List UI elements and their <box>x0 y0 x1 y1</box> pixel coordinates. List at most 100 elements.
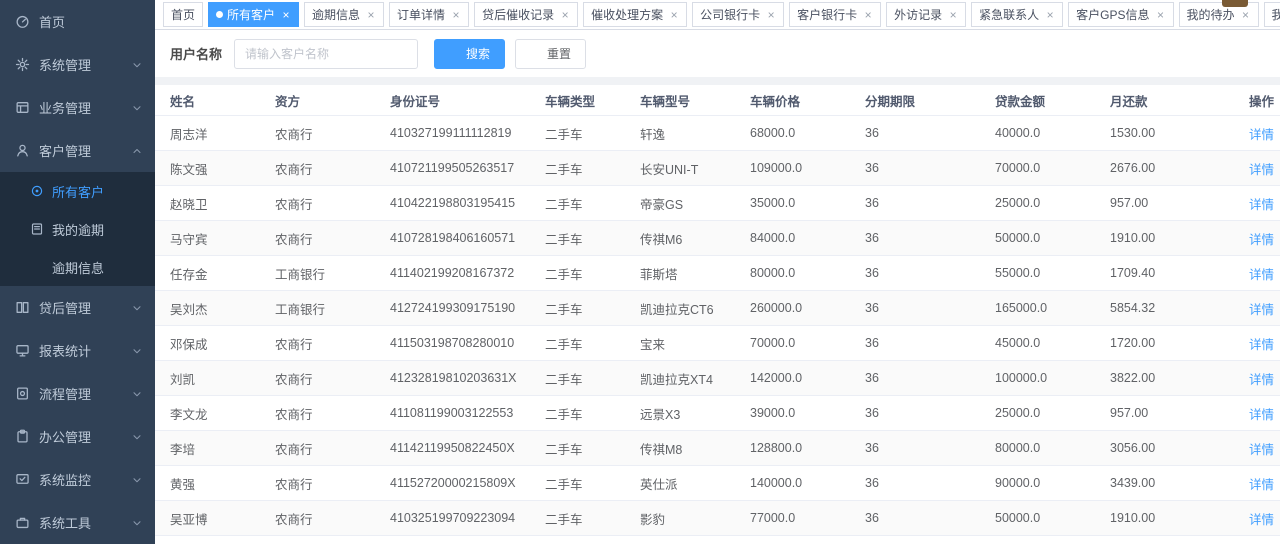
cell-vehicle_price: 84000.0 <box>750 221 865 256</box>
tab-label: 外访记录 <box>894 6 942 23</box>
tab-订单详情[interactable]: 订单详情× <box>389 2 469 27</box>
detail-link[interactable]: 详情 <box>1249 338 1274 352</box>
cell-vehicle_type: 二手车 <box>545 536 640 544</box>
detail-link[interactable]: 详情 <box>1249 128 1274 142</box>
table-body: 周志洋农商行410327199111112819二手车轩逸68000.03640… <box>155 116 1280 544</box>
cell-funder: 工商银行 <box>275 291 390 326</box>
detail-link[interactable]: 详情 <box>1249 373 1274 387</box>
tab-外访记录[interactable]: 外访记录 × <box>886 2 966 27</box>
divider-band <box>155 77 1280 85</box>
sidebar-item-label: 业务管理 <box>39 98 91 117</box>
column-header-4: 车辆类型 <box>545 85 640 116</box>
close-icon[interactable]: × <box>366 9 376 21</box>
tab-首页[interactable]: 首页 <box>163 2 203 27</box>
cell-vehicle_price: 128800.0 <box>750 431 865 466</box>
cell-term: 36 <box>865 396 995 431</box>
column-header-3: 身份证号 <box>390 85 545 116</box>
sidebar-item-process-management[interactable]: 流程管理 <box>0 372 155 415</box>
cell-monthly_payment: 3439.00 <box>1110 466 1230 501</box>
sidebar-item-office-management[interactable]: 办公管理 <box>0 415 155 458</box>
sidebar-item-my-overdue[interactable]: 我的逾期 <box>0 210 155 248</box>
tab-逾期信息[interactable]: 逾期信息× <box>304 2 384 27</box>
close-icon[interactable]: × <box>560 9 570 21</box>
detail-link[interactable]: 详情 <box>1249 408 1274 422</box>
cell-id_number: 411503198708280010 <box>390 326 545 361</box>
cell-loan_amount: 90000.0 <box>995 466 1110 501</box>
cell-loan_amount: 100000.0 <box>995 361 1110 396</box>
cell-vehicle_type: 二手车 <box>545 151 640 186</box>
sidebar-item-customer-management[interactable]: 客户管理 <box>0 129 155 172</box>
cell-name: 李文龙 <box>155 396 275 431</box>
sidebar-item-system-management[interactable]: 系统管理 <box>0 43 155 86</box>
tab-贷后催收记录[interactable]: 贷后催收记录× <box>474 2 578 27</box>
close-icon[interactable]: × <box>451 9 461 21</box>
cell-action: 详情 <box>1230 536 1280 544</box>
sidebar-item-home[interactable]: 首页 <box>0 0 155 43</box>
tab-紧急联系人[interactable]: 紧急联系人× <box>971 2 1063 27</box>
tab-公司银行卡[interactable]: 公司银行卡× <box>692 2 784 27</box>
detail-link[interactable]: 详情 <box>1249 233 1274 247</box>
cell-vehicle_price: 70000.0 <box>750 326 865 361</box>
cell-monthly_payment: 957.00 <box>1110 396 1230 431</box>
sidebar-item-overdue-info[interactable]: 逾期信息 <box>0 248 155 286</box>
cell-name: 刘凯 <box>155 361 275 396</box>
tab-客户银行卡[interactable]: 客户银行卡× <box>789 2 881 27</box>
chevron-down-icon <box>131 302 143 314</box>
close-icon[interactable]: × <box>1241 9 1251 21</box>
cell-id_number <box>390 536 545 544</box>
close-icon[interactable]: × <box>766 9 776 21</box>
detail-link[interactable]: 详情 <box>1249 478 1274 492</box>
cell-term: 36 <box>865 186 995 221</box>
column-header-10: 操作 <box>1230 85 1280 116</box>
detail-link[interactable]: 详情 <box>1249 163 1274 177</box>
sidebar-item-label: 客户管理 <box>39 141 91 160</box>
sidebar-item-system-monitoring[interactable]: 系统监控 <box>0 458 155 501</box>
cell-vehicle_type: 二手车 <box>545 256 640 291</box>
cell-name: 陈文强 <box>155 151 275 186</box>
cell-funder: 农商行 <box>275 186 390 221</box>
search-button-label: 搜索 <box>466 48 490 60</box>
reset-button[interactable]: 重置 <box>515 39 586 69</box>
detail-link[interactable]: 详情 <box>1249 513 1274 527</box>
detail-link[interactable]: 详情 <box>1249 268 1274 282</box>
cell-vehicle_model: 英仕派 <box>640 466 750 501</box>
close-icon[interactable]: × <box>669 9 679 21</box>
sidebar-item-report-statistics[interactable]: 报表统计 <box>0 329 155 372</box>
column-header-6: 车辆价格 <box>750 85 865 116</box>
detail-link[interactable]: 详情 <box>1249 303 1274 317</box>
cell-vehicle_type: 二手车 <box>545 396 640 431</box>
tab-我的流程[interactable]: 我的流程× <box>1264 2 1280 27</box>
customer-name-input[interactable] <box>234 39 418 69</box>
table-row: 黄强农商行41152720000215809X二手车英仕派140000.0369… <box>155 466 1280 501</box>
cell-vehicle_type: 二手车 <box>545 326 640 361</box>
tab-所有客户[interactable]: 所有客户× <box>208 2 299 27</box>
sidebar-item-all-customers[interactable]: 所有客户 <box>0 172 155 210</box>
cell-action: 详情 <box>1230 151 1280 186</box>
cell-name: 任存金 <box>155 256 275 291</box>
cell-vehicle_price: 68000.0 <box>750 116 865 151</box>
cell-id_number: 41142119950822450X <box>390 431 545 466</box>
tab-催收处理方案[interactable]: 催收处理方案× <box>583 2 687 27</box>
cell-term: 36 <box>865 256 995 291</box>
cell-vehicle_model: 丰田 <box>640 536 750 544</box>
close-icon[interactable]: × <box>1156 9 1166 21</box>
tab-客户GPS信息[interactable]: 客户GPS信息× <box>1068 2 1173 27</box>
cell-name: 马守宾 <box>155 221 275 256</box>
detail-link[interactable]: 详情 <box>1249 443 1274 457</box>
close-icon[interactable]: × <box>948 9 958 21</box>
close-icon[interactable]: × <box>863 9 873 21</box>
sidebar-item-business-management[interactable]: 业务管理 <box>0 86 155 129</box>
table-row: 陈文强农商行410721199505263517二手车长安UNI-T109000… <box>155 151 1280 186</box>
customer-table: 姓名资方身份证号车辆类型车辆型号车辆价格分期期限贷款金额月还款操作 周志洋农商行… <box>155 85 1280 544</box>
detail-link[interactable]: 详情 <box>1249 198 1274 212</box>
table-row: 赵晓卫农商行410422198803195415二手车帝豪GS35000.036… <box>155 186 1280 221</box>
sidebar-item-post-loan-management[interactable]: 贷后管理 <box>0 286 155 329</box>
sidebar-item-system-tools[interactable]: 系统工具 <box>0 501 155 544</box>
search-button[interactable]: 搜索 <box>434 39 505 69</box>
close-icon[interactable]: × <box>1045 9 1055 21</box>
chevron-down-icon <box>131 345 143 357</box>
close-icon[interactable]: × <box>281 9 291 21</box>
sidebar-item-label: 流程管理 <box>39 384 91 403</box>
cell-monthly_payment: 1720.00 <box>1110 326 1230 361</box>
cell-loan_amount: 40000.0 <box>995 116 1110 151</box>
